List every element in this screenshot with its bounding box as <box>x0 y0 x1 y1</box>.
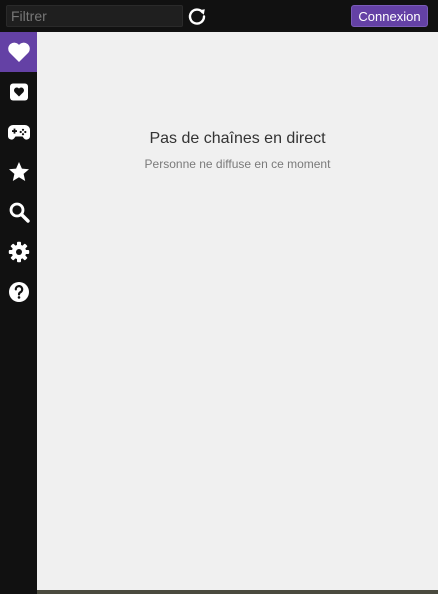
heart-icon <box>7 42 30 62</box>
empty-state-title: Pas de chaînes en direct <box>149 130 326 147</box>
sidebar-item-search[interactable] <box>0 192 37 232</box>
app-window: Connexion <box>0 0 438 594</box>
refresh-icon <box>188 8 206 25</box>
refresh-button[interactable] <box>186 5 208 27</box>
sidebar-item-followed[interactable] <box>0 32 37 72</box>
empty-state-subtitle: Personne ne diffuse en ce moment <box>144 157 331 171</box>
gamepad-icon <box>7 125 30 140</box>
filter-input[interactable] <box>6 5 183 27</box>
gear-icon <box>8 241 29 263</box>
sidebar-item-games[interactable] <box>0 112 37 152</box>
sidebar-item-settings[interactable] <box>0 232 37 272</box>
login-button[interactable]: Connexion <box>351 5 428 27</box>
search-icon <box>9 202 30 223</box>
star-icon <box>8 162 29 181</box>
heart-card-icon <box>9 83 28 101</box>
help-icon <box>8 282 29 302</box>
sidebar-item-hosted[interactable] <box>0 72 37 112</box>
bottom-edge <box>37 590 438 594</box>
top-bar: Connexion <box>0 0 438 32</box>
sidebar <box>0 32 37 594</box>
sidebar-item-favorites[interactable] <box>0 152 37 192</box>
sidebar-item-help[interactable] <box>0 272 37 312</box>
main-content: Pas de chaînes en direct Personne ne dif… <box>37 32 438 590</box>
